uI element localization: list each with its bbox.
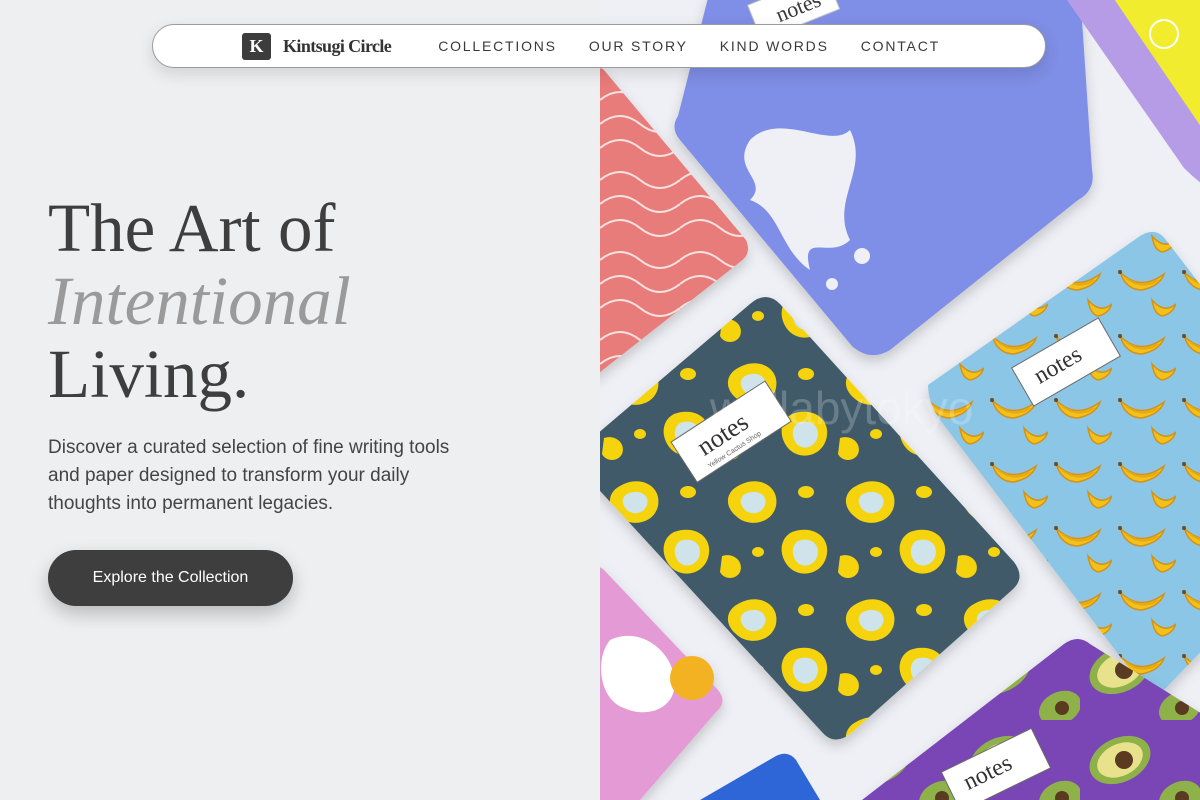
brand-mark-icon: K [242, 32, 272, 60]
hero-image: notes notes notes Yellow Cactus Shop not… [600, 0, 1200, 800]
hero-title-accent: Intentional [48, 263, 351, 339]
nav-link-contact[interactable]: CONTACT [861, 38, 940, 54]
top-navbar: K Kintsugi Circle COLLECTIONS OUR STORY … [152, 24, 1046, 68]
explore-collection-button[interactable]: Explore the Collection [48, 550, 293, 606]
nav-link-our-story[interactable]: OUR STORY [589, 38, 688, 54]
hero-description: Discover a curated selection of fine wri… [48, 437, 450, 514]
nav-link-collections[interactable]: COLLECTIONS [438, 38, 557, 54]
brand-logo[interactable]: K Kintsugi Circle [242, 32, 392, 60]
hero-title-line-1: The Art of [48, 190, 336, 266]
hero-title: The Art of Intentional Living. [48, 192, 351, 411]
hero-text-panel: The Art of Intentional Living. Discover … [0, 0, 600, 800]
brand-name: Kintsugi Circle [283, 35, 392, 56]
image-watermark: wallabytokyo [709, 382, 973, 434]
nav-link-kind-words[interactable]: KIND WORDS [720, 38, 829, 54]
hero-title-line-3: Living. [48, 336, 250, 412]
